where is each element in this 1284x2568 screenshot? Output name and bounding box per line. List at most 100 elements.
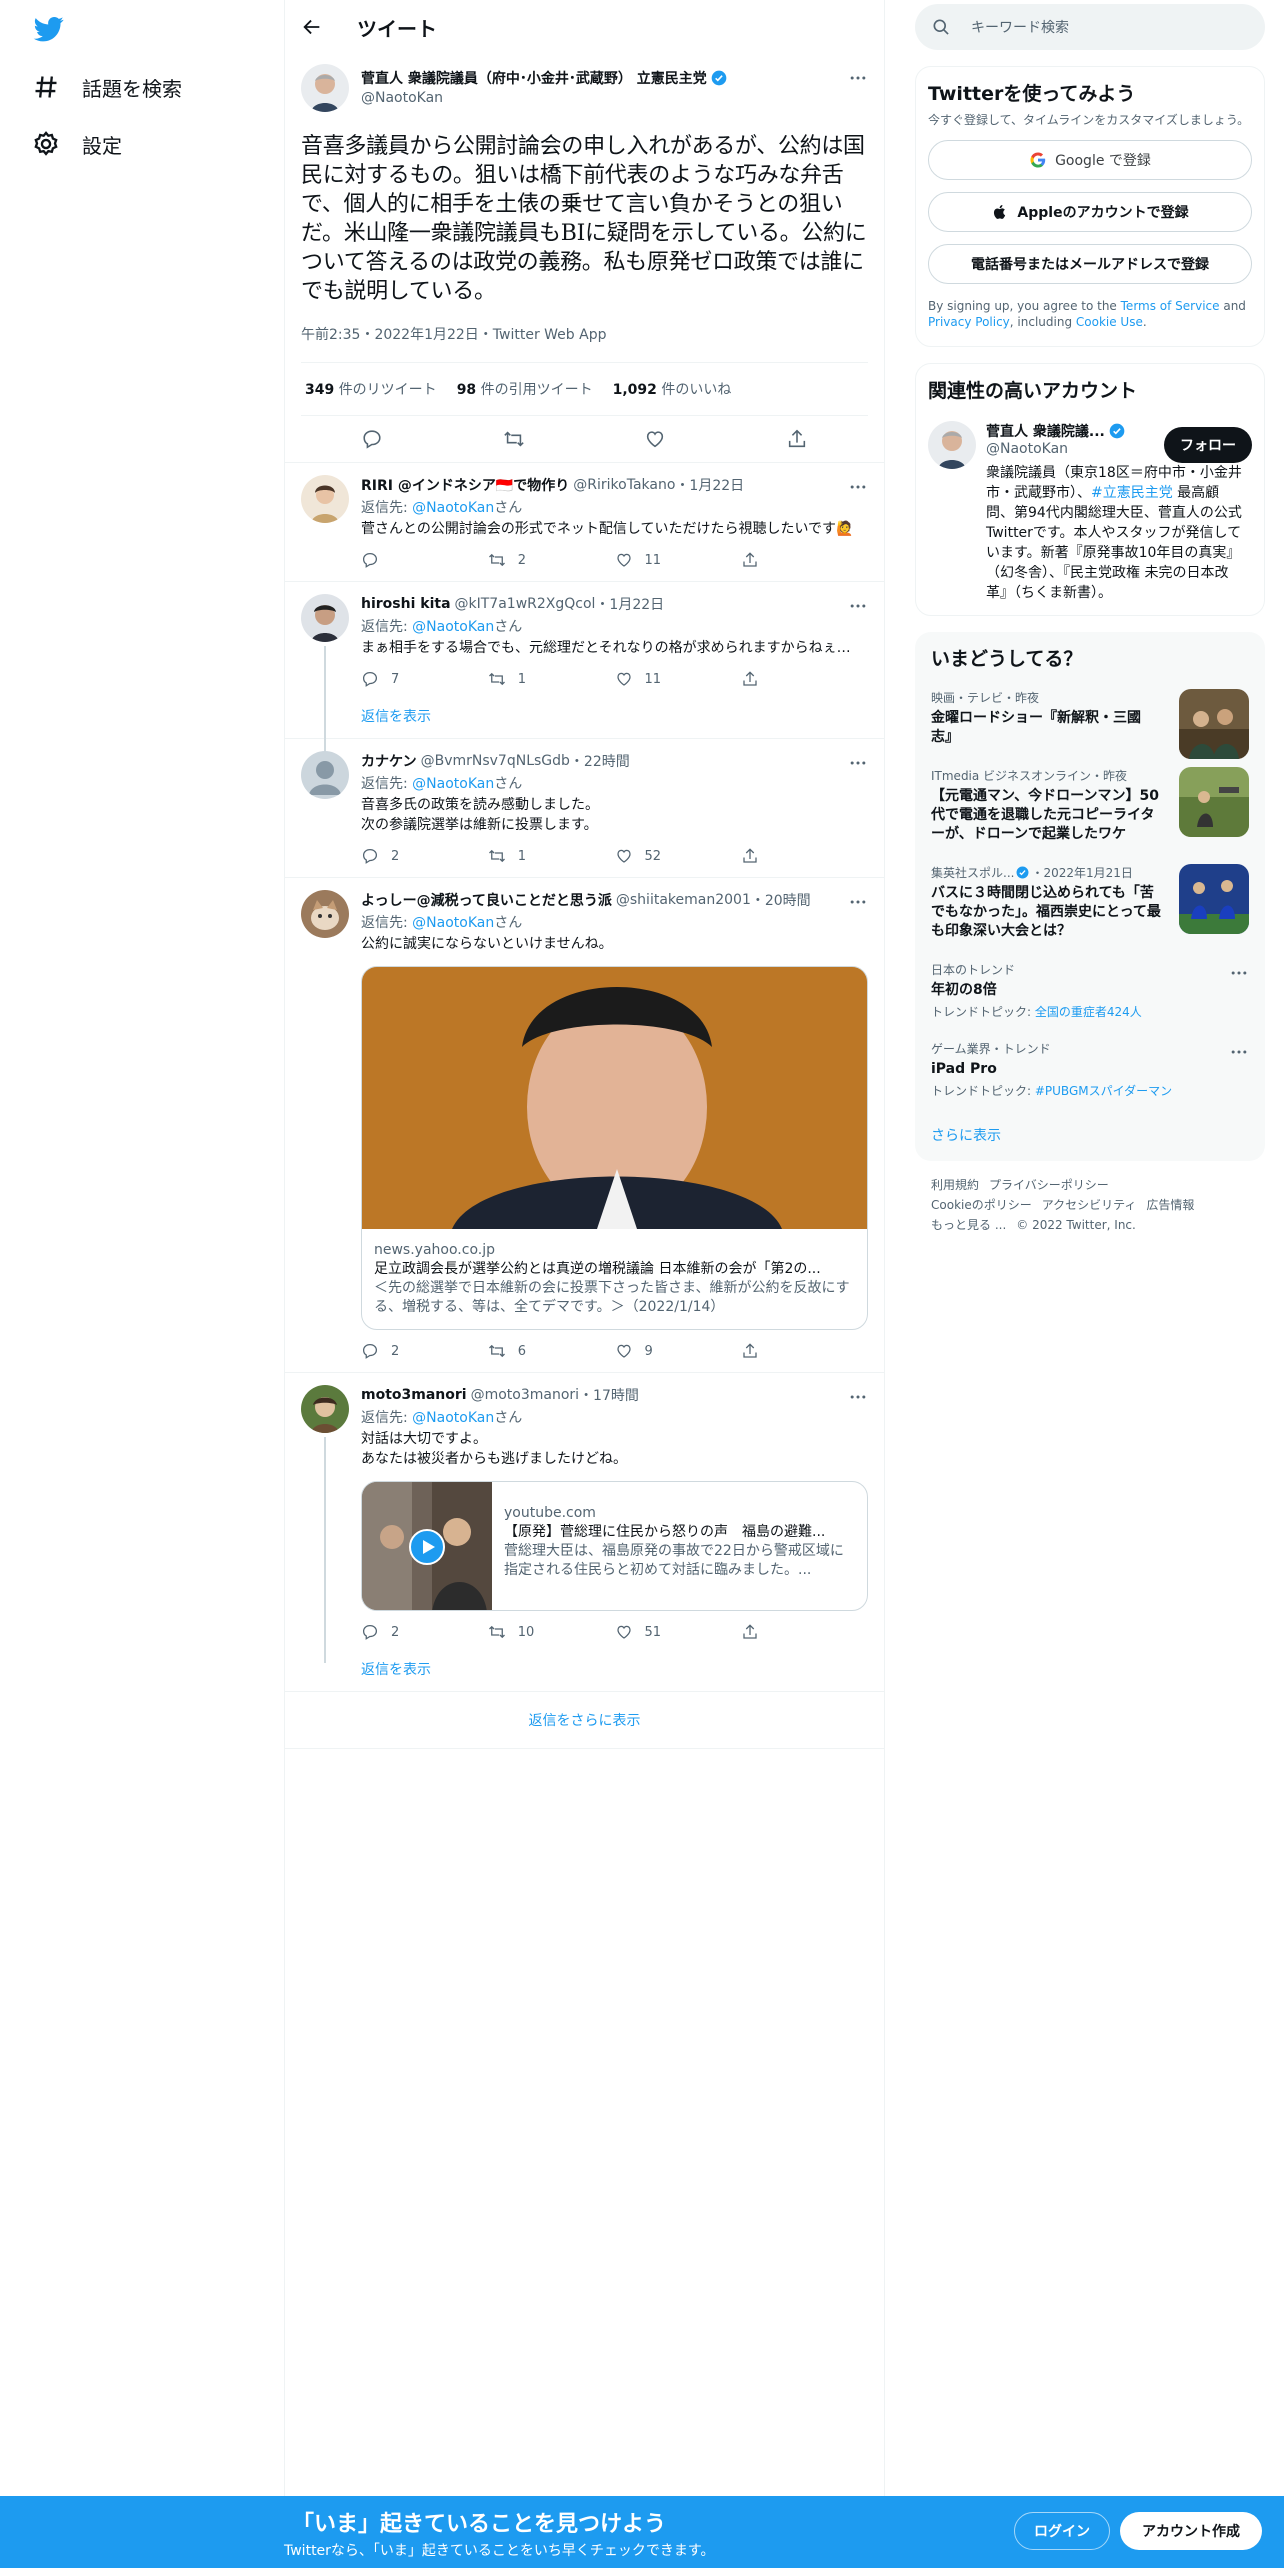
reply-avatar[interactable]	[301, 594, 349, 642]
google-signup-button[interactable]: Google で登録	[928, 140, 1252, 180]
reply-author-handle[interactable]: @kIT7a1wR2XgQcol	[455, 596, 596, 612]
reply-to-handle[interactable]: @NaotoKan	[412, 776, 494, 792]
share-icon[interactable]	[786, 428, 808, 450]
author-avatar[interactable]	[301, 64, 349, 112]
reply-author-name[interactable]: moto3manori	[361, 1387, 467, 1403]
follow-button[interactable]: フォロー	[1164, 427, 1252, 463]
nav-settings[interactable]: 設定	[32, 124, 122, 164]
reply-author-handle[interactable]: @moto3manori	[471, 1387, 579, 1403]
reply-avatar[interactable]	[301, 751, 349, 799]
like-button[interactable]: 11	[615, 670, 742, 688]
reply-time[interactable]: ・1月22日	[675, 475, 744, 495]
reply-avatar[interactable]	[301, 475, 349, 523]
more-options-icon[interactable]	[848, 477, 868, 497]
reply-to-handle[interactable]: @NaotoKan	[412, 1410, 494, 1426]
footer-accessibility-link[interactable]: アクセシビリティ	[1042, 1198, 1137, 1212]
reply-button[interactable]: 2	[361, 847, 488, 865]
reply-author-handle[interactable]: @shiitakeman2001	[616, 892, 751, 908]
related-name[interactable]: 菅直人 衆議院議...	[986, 421, 1105, 441]
link-card[interactable]: news.yahoo.co.jp 足立政調会長が選挙公約とは真逆の増税議論 日本…	[361, 966, 868, 1330]
back-arrow-icon[interactable]	[301, 16, 323, 38]
trend-sub-link[interactable]: #PUBGMスパイダーマン	[1035, 1084, 1172, 1098]
footer-terms-link[interactable]: 利用規約	[931, 1178, 979, 1192]
apple-signup-button[interactable]: Appleのアカウントで登録	[928, 192, 1252, 232]
reply-time[interactable]: ・20時間	[751, 890, 811, 910]
more-options-icon[interactable]	[848, 1387, 868, 1407]
reply-tweet[interactable]: hiroshi kita @kIT7a1wR2XgQcol ・1月22日 返信先: …	[285, 582, 884, 754]
nav-explore[interactable]: 話題を検索	[32, 67, 182, 107]
twitter-logo-icon[interactable]	[32, 14, 66, 44]
retweet-button[interactable]: 2	[488, 551, 615, 569]
reply-avatar[interactable]	[301, 1385, 349, 1433]
reply-tweet[interactable]: RIRI @インドネシア🇮🇩で物作り @RirikoTakano ・1月22日 返信…	[285, 463, 884, 582]
reply-button[interactable]: 2	[361, 1623, 488, 1641]
share-button[interactable]	[741, 1623, 868, 1641]
trend-item[interactable]: 集英社スポル... ・2022年1月21日 バスに３時間閉じ込められても「苦でも…	[915, 854, 1265, 951]
cookie-use-link[interactable]: Cookie Use	[1076, 315, 1143, 329]
like-icon[interactable]	[644, 428, 666, 450]
reply-author-handle[interactable]: @BvmrNsv7qNLsGdb	[421, 753, 570, 769]
play-icon[interactable]	[409, 1529, 445, 1565]
reply-button[interactable]: 2	[361, 1342, 488, 1360]
privacy-policy-link[interactable]: Privacy Policy	[928, 315, 1010, 329]
reply-to-handle[interactable]: @NaotoKan	[412, 619, 494, 635]
phone-email-signup-button[interactable]: 電話番号またはメールアドレスで登録	[928, 244, 1252, 284]
tweet-timestamp[interactable]: 午前2:35・2022年1月22日・Twitter Web App	[301, 324, 868, 363]
footer-cookie-link[interactable]: Cookieのポリシー	[931, 1198, 1032, 1212]
reply-author-name[interactable]: よっしー@減税って良いことだと思う派	[361, 890, 612, 910]
show-more-replies-link[interactable]: 返信をさらに表示	[285, 1692, 884, 1749]
more-options-icon[interactable]	[1229, 963, 1249, 983]
retweet-icon[interactable]	[503, 428, 525, 450]
link-card[interactable]: youtube.com 【原発】菅総理に住民から怒りの声 福島の避難... 菅総…	[361, 1481, 868, 1611]
likes-stat[interactable]: 1,092 件のいいね	[613, 379, 732, 399]
retweets-stat[interactable]: 349 件のリツイート	[305, 379, 437, 399]
author-handle[interactable]: @NaotoKan	[361, 90, 727, 106]
reply-author-name[interactable]: RIRI @インドネシア🇮🇩で物作り	[361, 475, 569, 495]
more-options-icon[interactable]	[1229, 1042, 1249, 1062]
reply-author-name[interactable]: カナケン	[361, 751, 417, 771]
reply-tweet[interactable]: カナケン @BvmrNsv7qNLsGdb ・22時間 返信先: @NaotoKan…	[285, 739, 884, 878]
retweet-button[interactable]: 1	[488, 670, 615, 688]
related-avatar[interactable]	[928, 421, 976, 469]
show-more-trends-link[interactable]: さらに表示	[915, 1109, 1265, 1161]
reply-to-handle[interactable]: @NaotoKan	[412, 500, 494, 516]
trend-item[interactable]: ITmedia ビジネスオンライン・昨夜 【元電通マン、今ドローンマン】50代で…	[915, 757, 1265, 854]
trend-sub-link[interactable]: 全国の重症者424人	[1035, 1005, 1142, 1019]
more-options-icon[interactable]	[848, 892, 868, 912]
related-account[interactable]: 菅直人 衆議院議... @NaotoKan 衆議院議員（東京18区＝府中市・小金…	[928, 421, 1252, 603]
reply-tweet[interactable]: よっしー@減税って良いことだと思う派 @shiitakeman2001 ・20時間 …	[285, 878, 884, 1373]
create-account-button[interactable]: アカウント作成	[1120, 2512, 1262, 2550]
reply-to-handle[interactable]: @NaotoKan	[412, 915, 494, 931]
quotes-stat[interactable]: 98 件の引用ツイート	[457, 379, 593, 399]
reply-time[interactable]: ・17時間	[579, 1385, 639, 1405]
like-button[interactable]: 52	[615, 847, 742, 865]
retweet-button[interactable]: 10	[488, 1623, 615, 1641]
author-name[interactable]: 菅直人 衆議院議員（府中･小金井･武蔵野） 立憲民主党	[361, 68, 707, 88]
retweet-button[interactable]: 6	[488, 1342, 615, 1360]
like-button[interactable]: 11	[615, 551, 742, 569]
more-options-icon[interactable]	[848, 753, 868, 773]
footer-more-link[interactable]: もっと見る ...	[931, 1218, 1006, 1232]
reply-button[interactable]	[361, 551, 488, 569]
reply-time[interactable]: ・1月22日	[595, 594, 664, 614]
search-input[interactable]: キーワード検索	[915, 4, 1265, 50]
reply-avatar[interactable]	[301, 890, 349, 938]
related-bio-hashtag[interactable]: #立憲民主党	[1091, 485, 1173, 501]
reply-button[interactable]: 7	[361, 670, 488, 688]
trend-item[interactable]: 日本のトレンド 年初の8倍 トレンドトピック: 全国の重症者424人	[915, 951, 1265, 1030]
share-button[interactable]	[741, 847, 868, 865]
like-button[interactable]: 51	[615, 1623, 742, 1641]
more-options-icon[interactable]	[848, 596, 868, 616]
retweet-button[interactable]: 1	[488, 847, 615, 865]
trend-item[interactable]: ゲーム業界・トレンド iPad Pro トレンドトピック: #PUBGMスパイダ…	[915, 1030, 1265, 1109]
reply-tweet[interactable]: moto3manori @moto3manori ・17時間 返信先: @Naoto…	[285, 1373, 884, 1692]
share-button[interactable]	[741, 551, 868, 569]
show-replies-link[interactable]: 返信を表示	[361, 1659, 868, 1679]
show-replies-link[interactable]: 返信を表示	[361, 706, 868, 726]
trend-item[interactable]: 映画・テレビ・昨夜 金曜ロードショー『新解釈・三國志』	[915, 679, 1265, 759]
reply-author-handle[interactable]: @RirikoTakano	[573, 477, 675, 493]
share-button[interactable]	[741, 670, 868, 688]
footer-privacy-link[interactable]: プライバシーポリシー	[989, 1178, 1109, 1192]
more-options-icon[interactable]	[848, 68, 868, 88]
share-button[interactable]	[741, 1342, 868, 1360]
